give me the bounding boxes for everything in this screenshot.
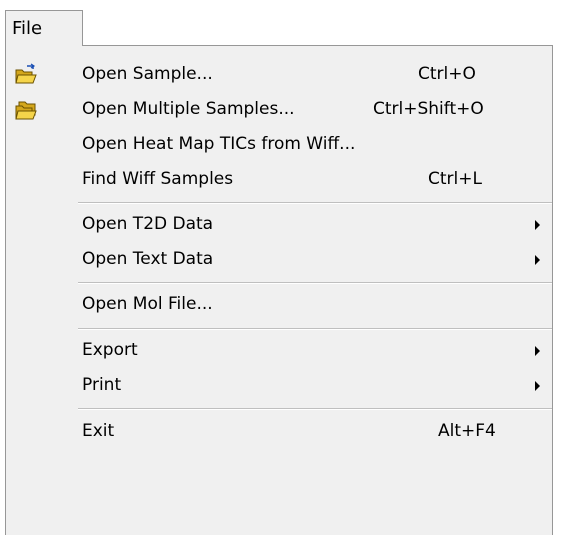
menu-separator [78,202,552,204]
submenu-arrow-icon [535,381,540,391]
menu-item-find-wiff-samples[interactable]: Find Wiff Samples Ctrl+L [6,162,552,198]
open-sample-label: Open Sample... [82,64,213,84]
menu-separator [78,408,552,410]
menu-bar: File [0,0,566,46]
exit-label: Exit [82,421,115,441]
open-heat-map-tics-label: Open Heat Map TICs from Wiff... [82,134,356,154]
find-wiff-samples-shortcut: Ctrl+L [428,169,482,189]
print-label: Print [82,375,122,395]
open-folder-icon [14,63,38,87]
open-sample-shortcut: Ctrl+O [418,64,476,84]
export-label: Export [82,340,138,360]
submenu-arrow-icon [535,255,540,265]
open-multiple-samples-label: Open Multiple Samples... [82,99,295,119]
menu-separator [78,282,552,284]
menu-item-open-text-data[interactable]: Open Text Data [6,242,552,278]
menu-item-print[interactable]: Print [6,368,552,404]
menu-item-exit[interactable]: Exit Alt+F4 [6,414,552,450]
find-wiff-samples-label: Find Wiff Samples [82,169,234,189]
submenu-arrow-icon [535,220,540,230]
menu-item-export[interactable]: Export [6,333,552,369]
file-menu-tab[interactable]: File [5,10,83,46]
menu-item-open-heat-map-tics[interactable]: Open Heat Map TICs from Wiff... [6,127,552,163]
open-text-data-label: Open Text Data [82,249,214,269]
open-t2d-data-label: Open T2D Data [82,214,214,234]
open-multiple-samples-shortcut: Ctrl+Shift+O [373,99,484,119]
submenu-arrow-icon [535,346,540,356]
menu-item-open-sample[interactable]: Open Sample... Ctrl+O [6,57,552,93]
menu-item-open-mol-file[interactable]: Open Mol File... [6,287,552,323]
open-mol-file-label: Open Mol File... [82,294,213,314]
open-multiple-folders-icon [14,98,38,122]
menu-item-open-multiple-samples[interactable]: Open Multiple Samples... Ctrl+Shift+O [6,92,552,128]
exit-shortcut: Alt+F4 [438,421,496,441]
file-dropdown-menu: Open Sample... Ctrl+O Open Multiple Samp… [5,45,553,535]
menu-separator [78,328,552,330]
menu-item-open-t2d-data[interactable]: Open T2D Data [6,207,552,243]
file-menu-label: File [12,18,43,39]
